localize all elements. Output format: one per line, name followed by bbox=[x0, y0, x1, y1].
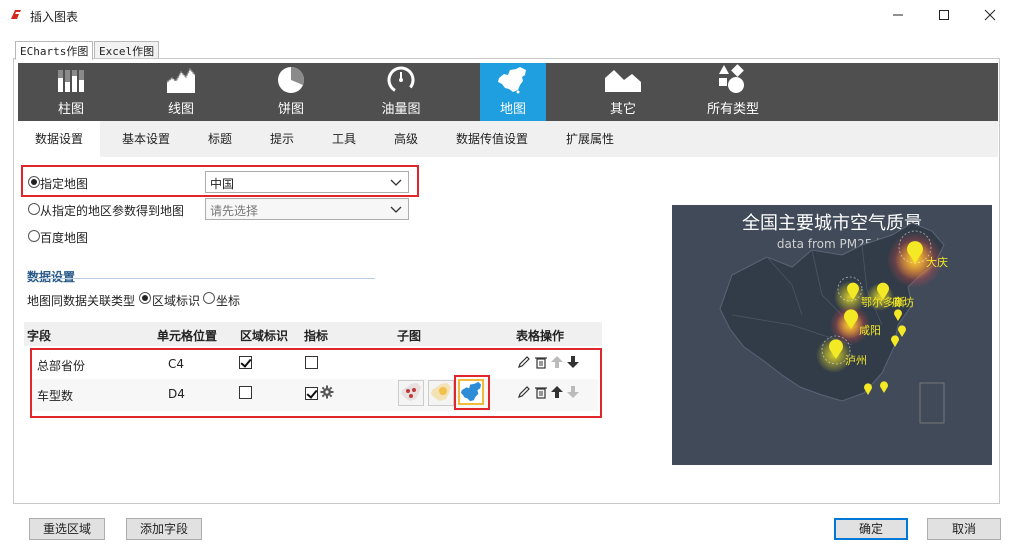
china-map-icon bbox=[498, 67, 526, 94]
chart-type-label: 柱图 bbox=[57, 102, 84, 117]
minimize-button[interactable] bbox=[875, 0, 921, 30]
radio-baidu-map[interactable] bbox=[28, 230, 40, 242]
map-select-value: 中国 bbox=[210, 177, 235, 191]
preview-map-icon bbox=[719, 222, 945, 424]
tab-tools[interactable]: 工具 bbox=[320, 121, 368, 157]
city-label: 大庆 bbox=[926, 256, 948, 269]
tab-extended-props[interactable]: 扩展属性 bbox=[554, 121, 626, 157]
tab-data-settings[interactable]: 数据设置 bbox=[18, 121, 100, 157]
cancel-button[interactable]: 取消 bbox=[927, 518, 1001, 540]
tab-tooltip[interactable]: 提示 bbox=[258, 121, 306, 157]
col-submap: 子图 bbox=[397, 329, 422, 343]
col-operations: 表格操作 bbox=[516, 329, 565, 343]
baidu-map-label: 百度地图 bbox=[40, 231, 89, 245]
radio-from-param[interactable] bbox=[28, 203, 40, 215]
add-field-button[interactable]: 添加字段 bbox=[126, 518, 202, 540]
chart-type-pie-chart[interactable]: 饼图 bbox=[258, 63, 324, 121]
other-chart-icon bbox=[605, 70, 641, 92]
gauge-icon bbox=[387, 66, 415, 94]
map-select[interactable]: 中国 bbox=[205, 171, 409, 193]
tab-excel[interactable]: Excel作图 bbox=[94, 41, 160, 59]
region-param-placeholder: 请先选择 bbox=[210, 204, 259, 218]
chevron-down-icon bbox=[390, 206, 402, 213]
chart-type-map[interactable]: 地图 bbox=[480, 63, 546, 121]
title-bar: 插入图表 bbox=[0, 0, 1013, 30]
chart-preview: 全国主要城市空气质量 data from PM25.in 大庆 鄂尔多斯 廊坊 … bbox=[672, 205, 992, 465]
chart-type-label: 所有类型 bbox=[706, 102, 759, 117]
chart-type-bar-chart[interactable]: 柱图 bbox=[38, 63, 104, 121]
tab-title[interactable]: 标题 bbox=[196, 121, 244, 157]
chart-type-gauge[interactable]: 油量图 bbox=[368, 63, 434, 121]
from-param-label: 从指定的地区参数得到地图 bbox=[40, 204, 185, 218]
city-label: 廊坊 bbox=[892, 296, 914, 309]
region-id-label: 区域标识 bbox=[152, 294, 201, 308]
col-field: 字段 bbox=[27, 329, 52, 343]
maximize-button[interactable] bbox=[921, 0, 967, 30]
specified-map-label: 指定地图 bbox=[40, 177, 89, 191]
chart-type-label: 其它 bbox=[609, 102, 636, 117]
tab-data-passing[interactable]: 数据传值设置 bbox=[444, 121, 540, 157]
col-metric: 指标 bbox=[304, 329, 329, 343]
data-settings-heading: 数据设置 bbox=[27, 270, 76, 284]
ok-button[interactable]: 确定 bbox=[834, 518, 908, 540]
section-divider bbox=[27, 278, 375, 279]
chart-type-label: 地图 bbox=[499, 102, 526, 117]
col-cell: 单元格位置 bbox=[157, 329, 218, 343]
maximize-icon bbox=[939, 10, 949, 20]
col-region-id: 区域标识 bbox=[240, 329, 289, 343]
chart-type-bar: 柱图 线图 饼图 油量图 地图 其它 所有类型 bbox=[18, 63, 998, 121]
pie-chart-icon bbox=[278, 67, 304, 93]
chart-type-label: 线图 bbox=[167, 102, 194, 117]
settings-tabs: 数据设置 基本设置 标题 提示 工具 高级 数据传值设置 扩展属性 bbox=[18, 121, 998, 157]
minimize-icon bbox=[893, 14, 903, 16]
reselect-area-button[interactable]: 重选区域 bbox=[29, 518, 105, 540]
city-label: 咸阳 bbox=[859, 324, 881, 337]
window-title: 插入图表 bbox=[30, 10, 79, 24]
chart-type-label: 饼图 bbox=[277, 102, 304, 117]
radio-region-id[interactable] bbox=[139, 292, 151, 304]
radio-coordinate[interactable] bbox=[203, 292, 215, 304]
bar-chart-icon bbox=[58, 70, 84, 92]
chevron-down-icon bbox=[390, 179, 402, 186]
line-chart-icon bbox=[166, 67, 196, 93]
chart-type-line-chart[interactable]: 线图 bbox=[148, 63, 214, 121]
tab-echarts[interactable]: ECharts作图 bbox=[15, 41, 94, 60]
highlight-box bbox=[30, 348, 602, 418]
coordinate-label: 坐标 bbox=[216, 294, 241, 308]
chart-type-other[interactable]: 其它 bbox=[590, 63, 656, 121]
tab-basic-settings[interactable]: 基本设置 bbox=[110, 121, 182, 157]
radio-specified-map[interactable] bbox=[28, 176, 40, 188]
all-types-icon bbox=[719, 64, 744, 93]
chart-type-all[interactable]: 所有类型 bbox=[698, 63, 768, 121]
assoc-type-label: 地图同数据关联类型 bbox=[27, 294, 136, 308]
tab-advanced[interactable]: 高级 bbox=[382, 121, 430, 157]
field-table-header: 字段 单元格位置 区域标识 指标 子图 表格操作 bbox=[24, 322, 602, 346]
region-param-select[interactable]: 请先选择 bbox=[205, 198, 409, 220]
city-label: 泸州 bbox=[845, 354, 867, 367]
close-icon bbox=[984, 9, 996, 21]
chart-type-label: 油量图 bbox=[381, 102, 421, 117]
app-logo-icon bbox=[11, 10, 21, 19]
close-button[interactable] bbox=[967, 0, 1013, 30]
